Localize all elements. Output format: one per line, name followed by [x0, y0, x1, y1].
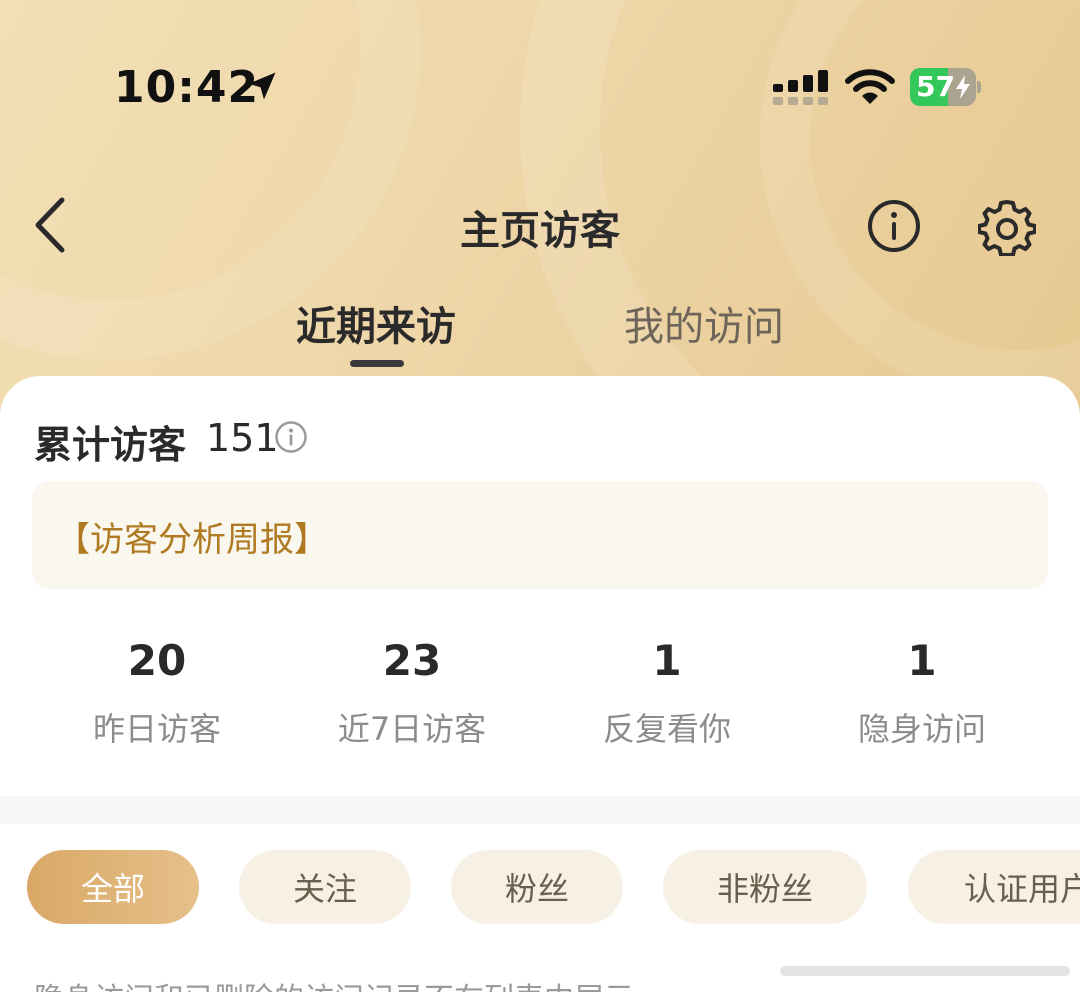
filter-chip-following[interactable]: 关注 [239, 850, 411, 924]
section-divider [0, 796, 1080, 824]
wifi-icon [845, 69, 895, 104]
bolt-icon [956, 75, 970, 99]
cellular-signal-icon [773, 70, 828, 105]
stat-hidden-label: 隐身访问 [857, 710, 986, 748]
stat-yesterday-label: 昨日访客 [92, 710, 221, 748]
stat-yesterday-value[interactable]: 20 [37, 636, 277, 685]
stat-repeat-value[interactable]: 1 [547, 636, 787, 685]
total-visitors-count: 151 [206, 416, 279, 460]
tab-recent-visits[interactable]: 近期来访 [296, 294, 456, 352]
home-indicator [780, 966, 1070, 976]
filter-chip-non-fans[interactable]: 非粉丝 [663, 850, 867, 924]
stat-7day-label: 近7日访客 [337, 710, 487, 748]
total-visitors-label: 累计访客 [34, 423, 187, 467]
status-time: 10:42 [114, 62, 260, 113]
stat-7day-value[interactable]: 23 [292, 636, 532, 685]
stat-repeat-label: 反复看你 [602, 710, 731, 748]
battery-body: 57 [910, 68, 976, 106]
list-note: 隐身访问和已删除的访问记录不在列表中展示 [34, 974, 634, 992]
info-icon[interactable] [866, 198, 922, 254]
filter-chip-fans[interactable]: 粉丝 [451, 850, 623, 924]
stat-hidden-value[interactable]: 1 [802, 636, 1042, 685]
location-arrow-icon [248, 72, 276, 100]
filter-chip-all[interactable]: 全部 [27, 850, 199, 924]
active-tab-indicator [350, 360, 404, 367]
gear-icon[interactable] [978, 198, 1036, 256]
info-icon[interactable] [274, 420, 308, 454]
battery-charging-icon: 57 [910, 68, 981, 106]
battery-percent: 57 [916, 70, 955, 103]
filter-chip-verified[interactable]: 认证用户 [908, 850, 1080, 924]
tab-my-visits[interactable]: 我的访问 [624, 294, 784, 352]
battery-tip [977, 81, 981, 93]
weekly-report-label[interactable]: 【访客分析周报】 [56, 512, 328, 561]
